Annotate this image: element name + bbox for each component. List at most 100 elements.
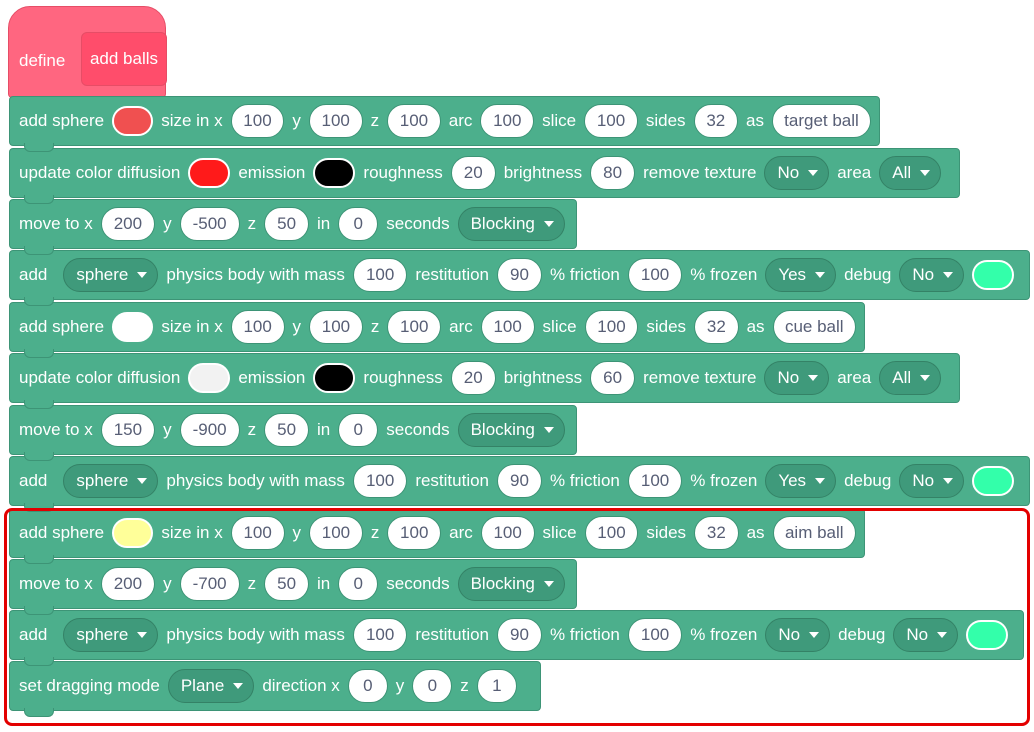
- caret-down-icon: [815, 272, 826, 278]
- mass-input[interactable]: 100: [352, 258, 408, 292]
- mode-dropdown[interactable]: Blocking: [457, 567, 565, 601]
- roughness-input[interactable]: 20: [450, 361, 496, 395]
- frozen-dropdown[interactable]: No: [765, 618, 831, 652]
- friction-input[interactable]: 100: [627, 258, 683, 292]
- debug-dropdown[interactable]: No: [899, 464, 965, 498]
- seconds-input[interactable]: 0: [338, 567, 379, 601]
- procedure-name[interactable]: add balls: [81, 32, 167, 86]
- name-input[interactable]: aim ball: [772, 516, 856, 550]
- label: arc: [448, 111, 473, 130]
- emission-color-swatch[interactable]: [313, 158, 356, 188]
- move-z-input[interactable]: 50: [264, 413, 310, 447]
- restitution-input[interactable]: 90: [497, 258, 542, 292]
- name-input[interactable]: target ball: [772, 104, 871, 138]
- brightness-input[interactable]: 80: [590, 156, 636, 190]
- size-x-input[interactable]: 100: [230, 310, 285, 344]
- set-dragging-mode-block[interactable]: set dragging mode Plane direction x 0 y …: [9, 661, 541, 717]
- move-z-input[interactable]: 50: [264, 207, 310, 241]
- size-z-input[interactable]: 100: [387, 516, 442, 550]
- size-y-input[interactable]: 100: [309, 310, 363, 344]
- size-z-input[interactable]: 100: [387, 310, 442, 344]
- debug-dropdown[interactable]: No: [899, 258, 965, 292]
- mass-input[interactable]: 100: [352, 618, 408, 652]
- add-sphere-block[interactable]: add sphere size in x 100 y 100 z 100 arc…: [9, 508, 865, 564]
- slice-input[interactable]: 100: [584, 104, 638, 138]
- name-input[interactable]: cue ball: [772, 310, 856, 344]
- caret-down-icon: [920, 375, 931, 381]
- update-color-block[interactable]: update color diffusion emission roughnes…: [9, 353, 960, 409]
- block-notch: [24, 452, 54, 461]
- frozen-dropdown[interactable]: Yes: [765, 258, 837, 292]
- physics-body-block[interactable]: add sphere physics body with mass 100 re…: [9, 456, 1030, 512]
- direction-y-input[interactable]: 0: [412, 669, 453, 703]
- debug-color-swatch[interactable]: [972, 260, 1015, 290]
- move-y-input[interactable]: -900: [179, 413, 240, 447]
- shape-dropdown[interactable]: sphere: [63, 618, 159, 652]
- dragging-mode-dropdown[interactable]: Plane: [167, 669, 255, 703]
- friction-input[interactable]: 100: [627, 618, 683, 652]
- sides-input[interactable]: 32: [693, 104, 739, 138]
- sides-input[interactable]: 32: [694, 310, 739, 344]
- seconds-input[interactable]: 0: [338, 413, 379, 447]
- area-dropdown[interactable]: All: [879, 156, 942, 190]
- color-swatch[interactable]: [112, 106, 154, 136]
- label: size in x: [161, 523, 223, 542]
- size-y-input[interactable]: 100: [308, 104, 363, 138]
- size-y-input[interactable]: 100: [309, 516, 363, 550]
- move-x-input[interactable]: 200: [100, 567, 156, 601]
- mode-dropdown[interactable]: Blocking: [457, 413, 565, 447]
- debug-color-swatch[interactable]: [972, 466, 1015, 496]
- size-x-input[interactable]: 100: [230, 104, 285, 138]
- define-hat-block[interactable]: define add balls: [8, 6, 167, 103]
- arc-input[interactable]: 100: [480, 310, 535, 344]
- move-x-input[interactable]: 200: [100, 207, 156, 241]
- move-z-input[interactable]: 50: [264, 567, 310, 601]
- color-swatch[interactable]: [112, 518, 154, 548]
- physics-body-block[interactable]: add sphere physics body with mass 100 re…: [9, 610, 1024, 666]
- roughness-input[interactable]: 20: [450, 156, 496, 190]
- label: set dragging mode: [19, 676, 160, 695]
- mode-dropdown[interactable]: Blocking: [457, 207, 565, 241]
- label: arc: [449, 317, 473, 336]
- move-to-block[interactable]: move to x 200 y -500 z 50 in 0 seconds B…: [9, 199, 577, 255]
- remove-texture-dropdown[interactable]: No: [764, 156, 830, 190]
- move-to-block[interactable]: move to x 200 y -700 z 50 in 0 seconds B…: [9, 559, 577, 615]
- move-y-input[interactable]: -700: [179, 567, 240, 601]
- brightness-input[interactable]: 60: [590, 361, 636, 395]
- seconds-input[interactable]: 0: [338, 207, 379, 241]
- size-x-input[interactable]: 100: [230, 516, 285, 550]
- move-x-input[interactable]: 150: [100, 413, 156, 447]
- debug-dropdown[interactable]: No: [893, 618, 959, 652]
- arc-input[interactable]: 100: [480, 516, 535, 550]
- color-swatch[interactable]: [112, 312, 154, 342]
- slice-input[interactable]: 100: [584, 310, 639, 344]
- shape-dropdown[interactable]: sphere: [63, 464, 159, 498]
- diffusion-color-swatch[interactable]: [188, 363, 231, 393]
- add-sphere-block[interactable]: add sphere size in x 100 y 100 z 100 arc…: [9, 96, 880, 152]
- friction-input[interactable]: 100: [627, 464, 683, 498]
- emission-color-swatch[interactable]: [313, 363, 356, 393]
- add-sphere-block[interactable]: add sphere size in x 100 y 100 z 100 arc…: [9, 302, 865, 358]
- move-to-block[interactable]: move to x 150 y -900 z 50 in 0 seconds B…: [9, 405, 577, 461]
- direction-x-input[interactable]: 0: [347, 669, 388, 703]
- frozen-dropdown[interactable]: Yes: [765, 464, 837, 498]
- arc-input[interactable]: 100: [480, 104, 535, 138]
- debug-color-swatch[interactable]: [966, 620, 1009, 650]
- label: restitution: [415, 265, 490, 284]
- restitution-input[interactable]: 90: [497, 464, 542, 498]
- diffusion-color-swatch[interactable]: [188, 158, 231, 188]
- update-color-block[interactable]: update color diffusion emission roughnes…: [9, 148, 960, 204]
- dropdown-value: sphere: [76, 471, 129, 490]
- remove-texture-dropdown[interactable]: No: [764, 361, 830, 395]
- mass-input[interactable]: 100: [352, 464, 408, 498]
- slice-input[interactable]: 100: [584, 516, 639, 550]
- direction-z-input[interactable]: 1: [476, 669, 517, 703]
- move-y-input[interactable]: -500: [179, 207, 240, 241]
- shape-dropdown[interactable]: sphere: [63, 258, 159, 292]
- label: y: [292, 317, 302, 336]
- restitution-input[interactable]: 90: [497, 618, 542, 652]
- area-dropdown[interactable]: All: [879, 361, 942, 395]
- sides-input[interactable]: 32: [694, 516, 739, 550]
- size-z-input[interactable]: 100: [387, 104, 441, 138]
- physics-body-block[interactable]: add sphere physics body with mass 100 re…: [9, 250, 1030, 306]
